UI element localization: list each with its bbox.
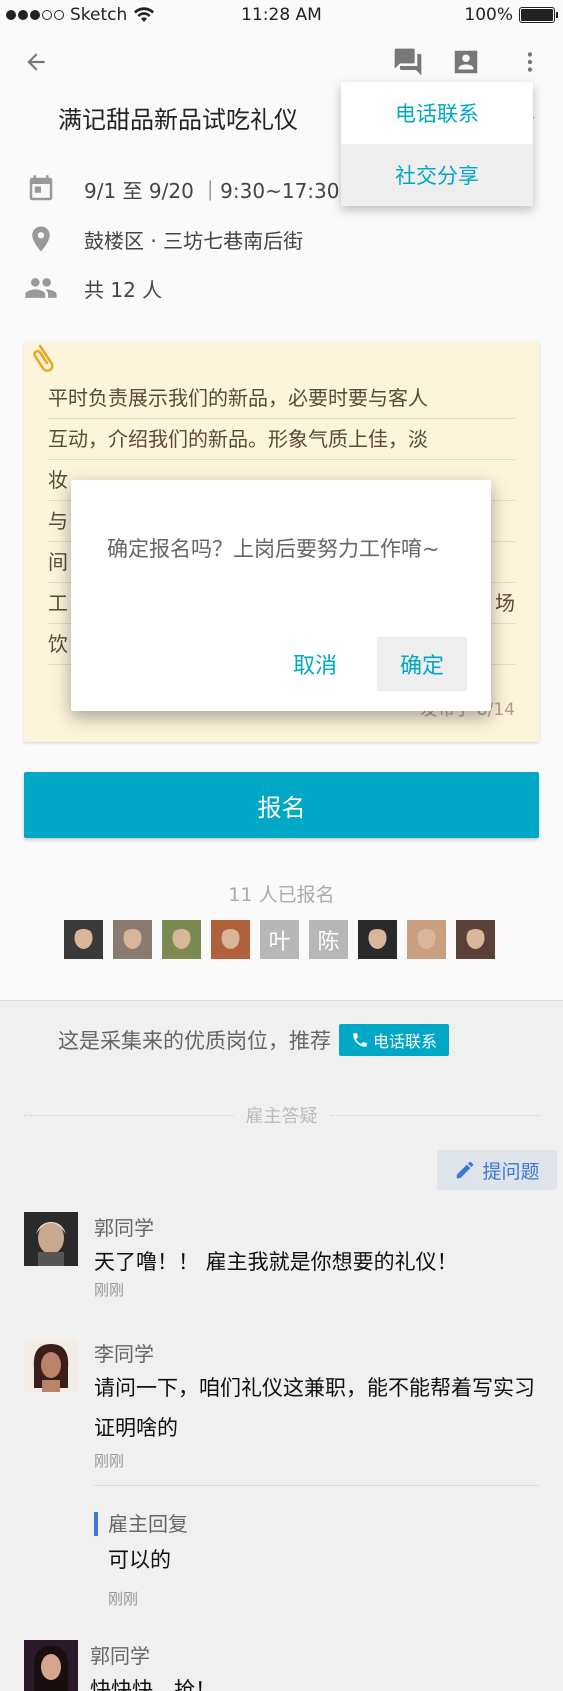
reply-separator [94, 1485, 539, 1486]
avatar [24, 1640, 78, 1691]
question-item: 郭同学 快快快，抢！ [24, 1640, 539, 1691]
more-vertical-icon [527, 52, 533, 72]
description-line: 互动，介绍我们的新品。形象气质上佳，淡 [48, 427, 428, 451]
pencil-icon [457, 1161, 474, 1179]
event-title: 满记甜品新品试吃礼仪 [58, 106, 298, 134]
battery-icon [519, 7, 558, 23]
applicant-avatar[interactable] [64, 920, 103, 959]
qa-title-text: 雇主答疑 [245, 1106, 318, 1127]
menu-item-share[interactable]: 社交分享 [341, 144, 533, 206]
call-chip-button[interactable]: 电话联系 [339, 1024, 450, 1056]
signed-up-count: 11 人已报名 [228, 884, 335, 906]
contact-button[interactable] [446, 42, 486, 82]
applicant-avatar[interactable] [113, 920, 152, 959]
confirm-button[interactable]: 确定 [377, 637, 467, 691]
chat-icon [394, 48, 422, 76]
section-divider [0, 1000, 563, 1001]
applicant-avatar[interactable]: 陈 [309, 920, 348, 959]
cancel-button[interactable]: 取消 [270, 637, 360, 691]
applicant-avatar[interactable] [211, 920, 250, 959]
description-line: 平时负责展示我们的新品，必要时要与客人 [48, 386, 428, 410]
arrow-back-icon [27, 53, 45, 71]
headcount-row: 共 12 人 [24, 271, 162, 305]
calendar-icon [24, 172, 58, 206]
applicant-avatar[interactable] [358, 920, 397, 959]
asker-name: 李同学 [94, 1342, 154, 1366]
app-bar [0, 38, 563, 88]
qa-section-title: 雇主答疑 [24, 1100, 539, 1130]
avatar [24, 1212, 78, 1266]
back-button[interactable] [16, 42, 56, 82]
overflow-menu: 电话联系 社交分享 [341, 82, 533, 206]
question-text: 快快快，抢！ [90, 1678, 216, 1691]
contact-card-icon [454, 50, 478, 74]
reply-accent-bar [94, 1512, 98, 1536]
question-text: 天了噜！！ 雇主我就是你想要的礼仪！ [94, 1250, 458, 1274]
applicant-avatar[interactable] [162, 920, 201, 959]
applicant-avatar[interactable]: 叶 [260, 920, 299, 959]
battery-percent: 100% [464, 5, 513, 25]
applicant-avatars: 叶陈 [64, 920, 495, 959]
question-item: 李同学 请问一下，咱们礼仪这兼职，能不能帮着写实习证明啥的 刚刚 [24, 1338, 539, 1470]
asker-name: 郭同学 [94, 1216, 154, 1240]
ask-question-label: 提问题 [482, 1160, 540, 1183]
event-headcount: 共 12 人 [84, 277, 163, 302]
question-time: 刚刚 [94, 1452, 125, 1470]
applicant-avatar[interactable] [407, 920, 446, 959]
asker-name: 郭同学 [90, 1644, 150, 1668]
event-location: 鼓楼区 · 三坊七巷南后街 [84, 228, 304, 253]
signup-button[interactable]: 报名 [24, 772, 539, 838]
recommend-banner: 这是采集来的优质岗位，推荐 电话联系 [58, 1024, 450, 1056]
paperclip-icon [33, 344, 54, 372]
location-pin-icon [24, 222, 58, 256]
question-time: 刚刚 [94, 1281, 125, 1299]
question-item: 郭同学 天了噜！！ 雇主我就是你想要的礼仪！ 刚刚 [24, 1212, 539, 1302]
event-dates: 9/1 至 9/20 ｜9:30~17:30 [84, 178, 340, 203]
reply-author: 雇主回复 [108, 1512, 188, 1536]
call-chip-label: 电话联系 [373, 1032, 438, 1051]
applicant-avatar[interactable] [456, 920, 495, 959]
date-row: 9/1 至 9/20 ｜9:30~17:30 [24, 172, 339, 206]
description-line: 工 [48, 591, 68, 615]
ask-question-button[interactable]: 提问题 [437, 1150, 557, 1190]
question-text: 请问一下，咱们礼仪这兼职，能不能帮着写实习证明啥的 [94, 1376, 535, 1440]
description-line-tail: 场 [495, 591, 515, 615]
confirm-dialog: 确定报名吗？上岗后要努力工作唷~ 取消 确定 [71, 480, 491, 711]
status-bar: Sketch 11:28 AM 100% [0, 0, 563, 32]
reply-text: 可以的 [108, 1548, 171, 1572]
battery: 100% [464, 5, 558, 25]
chat-button[interactable] [388, 42, 428, 82]
people-icon [24, 271, 58, 305]
recommend-text: 这是采集来的优质岗位，推荐 [58, 1029, 331, 1053]
avatar [24, 1338, 78, 1392]
more-button[interactable] [510, 42, 550, 82]
reply-time: 刚刚 [108, 1590, 139, 1608]
location-row: 鼓楼区 · 三坊七巷南后街 [24, 222, 303, 256]
menu-item-call[interactable]: 电话联系 [341, 82, 533, 144]
phone-icon [353, 1033, 367, 1047]
dialog-message: 确定报名吗？上岗后要努力工作唷~ [107, 537, 440, 561]
